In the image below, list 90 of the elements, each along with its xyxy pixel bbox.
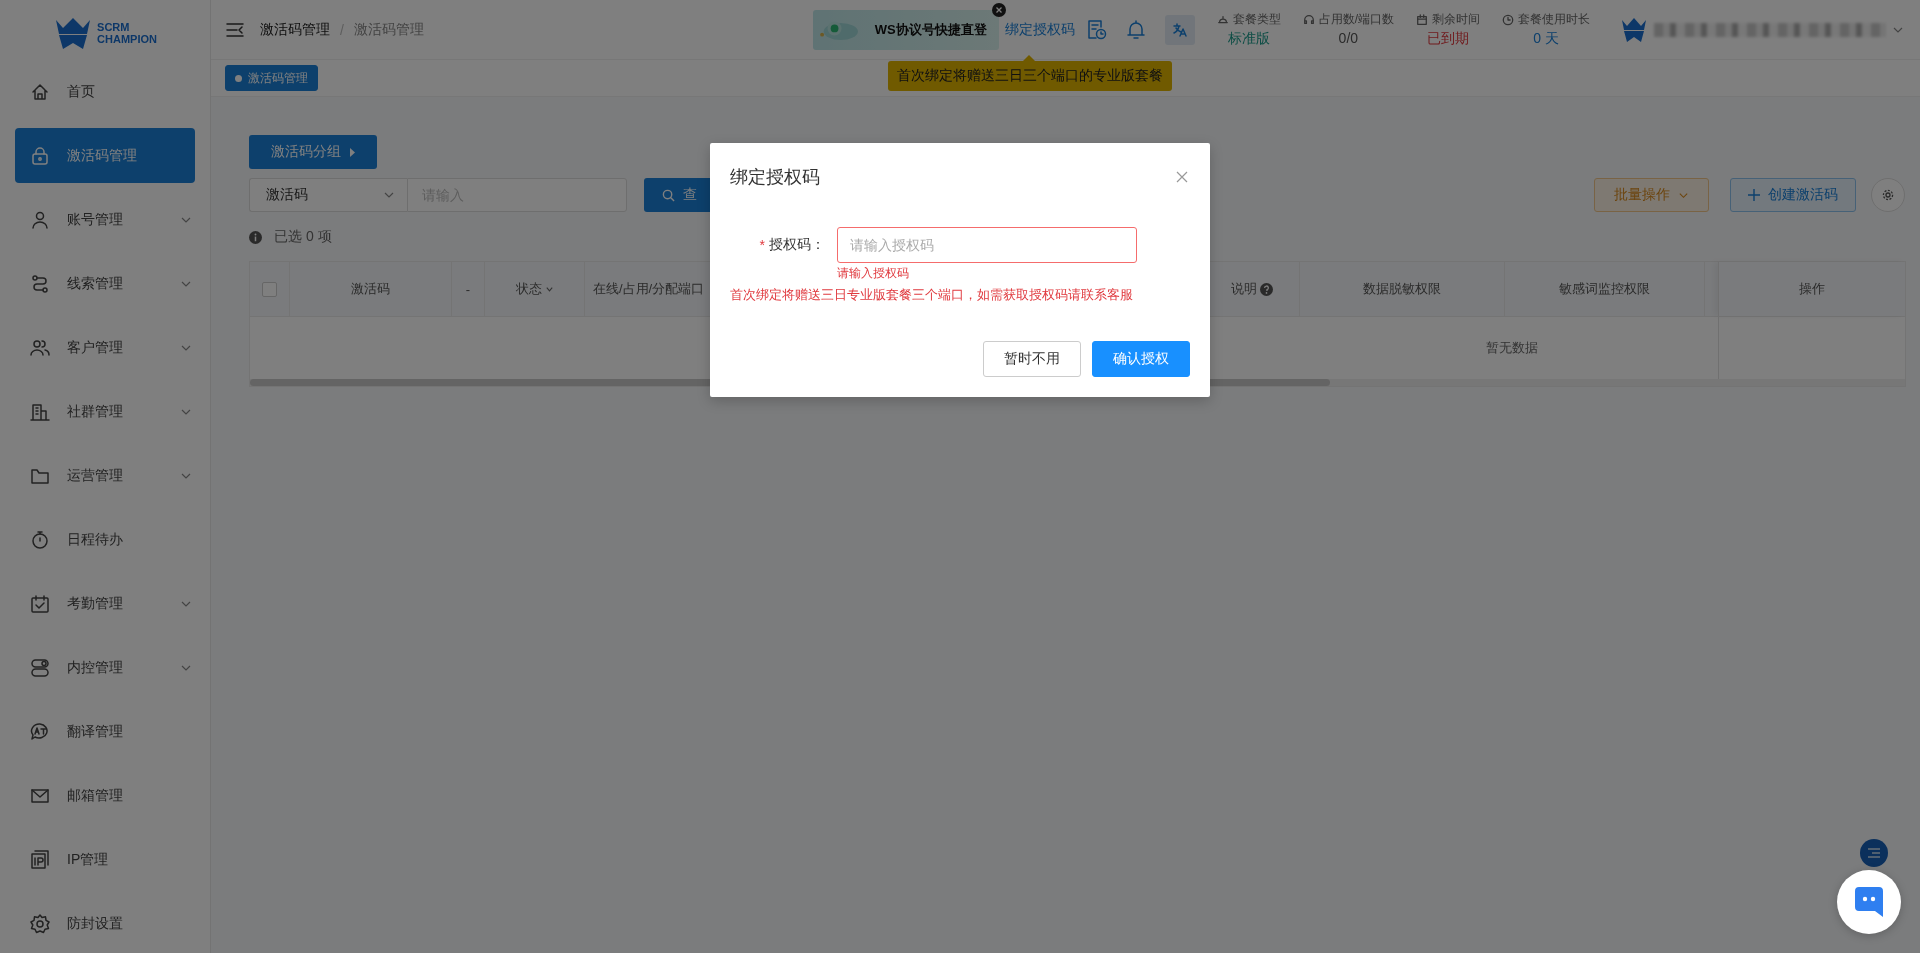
stat-label: 剩余时间 [1432, 11, 1480, 28]
column-header: 在线/占用/分配端口 [593, 280, 705, 298]
stat-value: 0 天 [1533, 30, 1559, 48]
gear-icon [30, 913, 50, 934]
empty-text: 暂无数据 [1486, 339, 1538, 357]
menu-icon[interactable] [226, 21, 244, 38]
info-icon [249, 230, 262, 244]
stat-label: 占用数/端口数 [1318, 11, 1394, 28]
caret-right-icon [348, 147, 356, 157]
close-icon[interactable] [991, 2, 1006, 17]
group-button[interactable]: 激活码分组 [249, 135, 377, 169]
notice-text: 首次绑定将赠送三日专业版套餐三个端口，如需获取授权码请联系客服 [729, 286, 1134, 304]
document-clock-icon[interactable] [1086, 18, 1107, 41]
logo-text: SCRM [97, 21, 131, 33]
auth-code-field[interactable]: 请输入授权码 [837, 227, 1137, 263]
sidebar-item[interactable]: 客户管理 [15, 320, 195, 375]
clock-icon [1502, 13, 1514, 26]
page-tab[interactable]: 激活码管理 [225, 65, 318, 91]
modal-title: 绑定授权码 [730, 166, 820, 189]
sidebar-item[interactable]: 激活码管理 [15, 128, 195, 183]
calendar-icon [1416, 13, 1428, 26]
translate-icon [1172, 22, 1187, 37]
building-icon [30, 401, 50, 422]
breadcrumb-item[interactable]: 激活码管理 [260, 20, 330, 39]
stat-label: 套餐类型 [1232, 11, 1281, 28]
column-header: 说明 [1231, 280, 1257, 298]
sidebar-item[interactable]: 线索管理 [15, 256, 195, 311]
help-icon [1260, 282, 1273, 296]
chat-bubble-icon [1854, 886, 1884, 918]
breadcrumb-separator: / [340, 21, 344, 38]
required-mark: * [759, 237, 765, 253]
sidebar-item[interactable]: 翻译管理 [15, 704, 195, 759]
tooltip: 首次绑定将赠送三日三个端口的专业版套餐 [887, 60, 1172, 91]
sidebar-item[interactable]: 防封设置 [15, 896, 195, 951]
list-button[interactable] [1860, 839, 1888, 867]
calendar-check-icon [30, 593, 50, 614]
sidebar-item[interactable]: IP管理 [15, 832, 195, 887]
person-icon [30, 209, 50, 230]
column-header: 敏感词监控权限 [1559, 280, 1650, 298]
headset-icon [1302, 13, 1315, 26]
bell-stand-icon [1216, 13, 1229, 26]
sidebar-item[interactable]: 社群管理 [15, 384, 195, 439]
sidebar-item[interactable]: 内控管理 [15, 640, 195, 695]
list-icon [1868, 848, 1880, 858]
translate-button[interactable] [1164, 14, 1195, 45]
create-button[interactable]: 创建激活码 [1730, 178, 1856, 212]
confirm-button[interactable]: 确认授权 [1092, 341, 1190, 377]
translate-icon [30, 721, 50, 742]
home-icon [30, 81, 50, 102]
promo-banner[interactable]: WS协议号快捷直登 [812, 9, 999, 50]
selection-count: 已选 0 项 [274, 228, 332, 246]
close-icon[interactable] [1176, 171, 1188, 183]
chat-button[interactable] [1837, 870, 1901, 934]
stat-label: 套餐使用时长 [1518, 11, 1590, 28]
crown-avatar-icon[interactable] [1620, 16, 1648, 43]
search-icon [662, 188, 675, 202]
field-label: 授权码： [769, 236, 825, 254]
stat-value: 已到期 [1427, 30, 1469, 48]
stat-value: 标准版 [1227, 30, 1270, 48]
sidebar-item[interactable]: 邮箱管理 [15, 768, 195, 823]
promo-text: WS协议号快捷直登 [874, 20, 987, 39]
settings-button[interactable] [1871, 178, 1905, 212]
sidebar-item[interactable]: 首页 [15, 64, 195, 119]
stopwatch-icon [30, 529, 50, 550]
route-icon [30, 273, 50, 294]
column-header[interactable]: 状态 [515, 280, 542, 298]
checkbox[interactable] [262, 281, 277, 297]
column-header: 激活码 [351, 280, 390, 298]
sidebar-item[interactable]: 运营管理 [15, 448, 195, 503]
bind-code-link[interactable]: 绑定授权码 [1004, 20, 1075, 39]
logo-text: CHAMPION [97, 33, 157, 45]
column-header: - [465, 281, 471, 297]
sidebar-item[interactable]: 考勤管理 [15, 576, 195, 631]
search-button[interactable]: 查 [644, 178, 710, 212]
column-header: 数据脱敏权限 [1363, 280, 1441, 298]
sidebar-item[interactable]: 账号管理 [15, 192, 195, 247]
settings-icon [1882, 189, 1894, 201]
column-header: 操作 [1799, 280, 1825, 298]
people-icon [30, 337, 50, 358]
plus-icon [1748, 189, 1760, 201]
stat-value: 0/0 [1338, 30, 1359, 46]
bell-icon[interactable] [1126, 19, 1145, 40]
lock-icon [30, 145, 50, 166]
tooltip-arrow-icon [1022, 54, 1035, 61]
error-message: 请输入授权码 [837, 265, 910, 282]
filter-select[interactable]: 激活码 [249, 178, 407, 212]
ip-icon [30, 849, 50, 870]
cancel-button[interactable]: 暂时不用 [983, 341, 1081, 377]
toggle-icon [30, 657, 50, 678]
sidebar-item[interactable]: 日程待办 [15, 512, 195, 567]
